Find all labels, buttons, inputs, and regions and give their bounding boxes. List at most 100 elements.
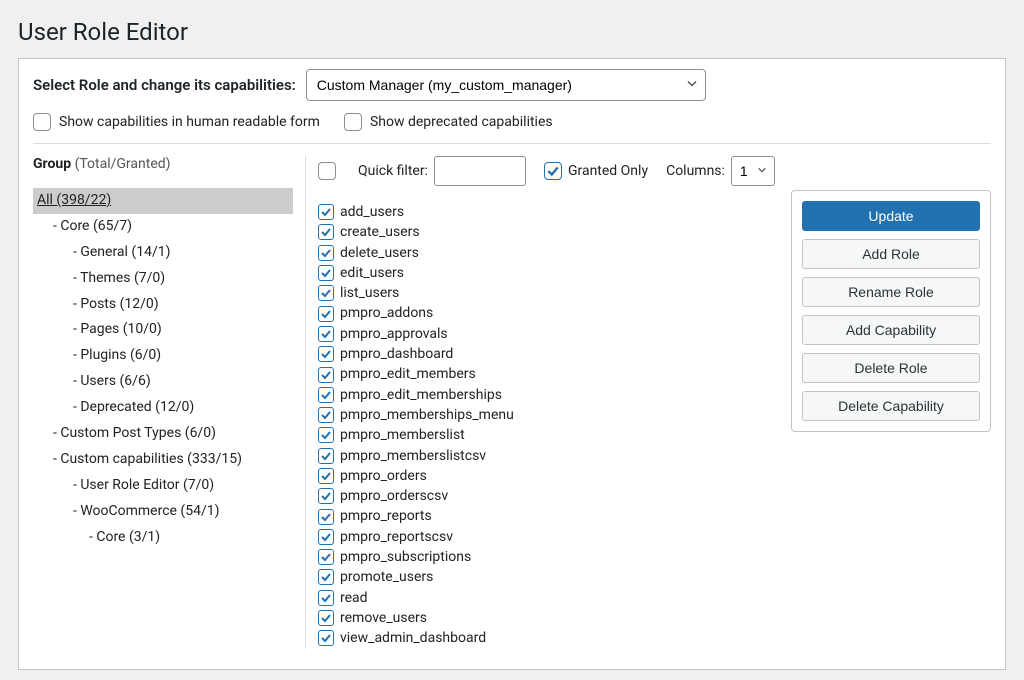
show-readable-label: Show capabilities in human readable form: [59, 114, 320, 130]
capability-checkbox[interactable]: [318, 224, 334, 240]
add-role-button[interactable]: Add Role: [802, 239, 980, 269]
capability-label: view_admin_dashboard: [340, 628, 486, 648]
columns-select[interactable]: 1: [731, 156, 775, 186]
capability-checkbox[interactable]: [318, 285, 334, 301]
capability-checkbox[interactable]: [318, 245, 334, 261]
group-item-label: - Themes (7/0): [73, 270, 165, 286]
capability-label: promote_users: [340, 567, 433, 587]
delete-capability-button[interactable]: Delete Capability: [802, 391, 980, 421]
group-item[interactable]: - Deprecated (12/0): [33, 395, 293, 421]
capability-checkbox[interactable]: [318, 569, 334, 585]
group-item-label: - User Role Editor (7/0): [73, 477, 214, 493]
group-item-label: - WooCommerce (54/1): [73, 503, 219, 519]
capability-item: read: [318, 588, 779, 608]
editor-panel: Select Role and change its capabilities:…: [18, 58, 1006, 670]
group-item[interactable]: - General (14/1): [33, 240, 293, 266]
capability-label: pmpro_addons: [340, 303, 433, 323]
capability-item: pmpro_memberslistcsv: [318, 446, 779, 466]
capability-label: remove_users: [340, 608, 427, 628]
quick-filter-input[interactable]: [434, 156, 526, 186]
capability-checkbox[interactable]: [318, 367, 334, 383]
capability-label: pmpro_approvals: [340, 324, 448, 344]
group-item[interactable]: - Plugins (6/0): [33, 343, 293, 369]
delete-role-button[interactable]: Delete Role: [802, 353, 980, 383]
group-item[interactable]: - Custom Post Types (6/0): [33, 421, 293, 447]
capability-item: delete_users: [318, 243, 779, 263]
capability-checkbox[interactable]: [318, 346, 334, 362]
group-item[interactable]: - Custom capabilities (333/15): [33, 447, 293, 473]
capability-item: remove_users: [318, 608, 779, 628]
granted-only-label: Granted Only: [568, 163, 648, 179]
capability-checkbox[interactable]: [318, 326, 334, 342]
capability-item: view_admin_dashboard: [318, 628, 779, 648]
role-select[interactable]: Custom Manager (my_custom_manager): [306, 69, 706, 101]
group-item-label: - Custom Post Types (6/0): [53, 425, 216, 441]
capability-checkbox[interactable]: [318, 265, 334, 281]
group-item[interactable]: - Posts (12/0): [33, 292, 293, 318]
capability-item: promote_users: [318, 567, 779, 587]
group-item-label: - General (14/1): [73, 244, 170, 260]
group-item[interactable]: - Pages (10/0): [33, 317, 293, 343]
actions-box: Update Add Role Rename Role Add Capabili…: [791, 190, 991, 432]
capability-label: pmpro_orders: [340, 466, 427, 486]
capability-label: read: [340, 588, 368, 608]
capability-checkbox[interactable]: [318, 407, 334, 423]
group-item[interactable]: - Users (6/6): [33, 369, 293, 395]
capability-checkbox[interactable]: [318, 488, 334, 504]
capability-item: add_users: [318, 202, 779, 222]
group-item[interactable]: - Core (3/1): [33, 525, 293, 551]
capabilities-list: add_userscreate_usersdelete_usersedit_us…: [318, 202, 779, 649]
capability-item: pmpro_edit_members: [318, 364, 779, 384]
show-deprecated-checkbox[interactable]: [344, 113, 362, 131]
capability-item: edit_users: [318, 263, 779, 283]
capability-checkbox[interactable]: [318, 448, 334, 464]
capability-label: create_users: [340, 222, 420, 242]
capability-item: pmpro_orderscsv: [318, 486, 779, 506]
page-title: User Role Editor: [18, 18, 1006, 46]
group-item-label: - Core (65/7): [53, 218, 132, 234]
capability-label: pmpro_edit_members: [340, 364, 476, 384]
group-item-label: All (398/22): [37, 192, 111, 208]
group-item[interactable]: - Core (65/7): [33, 214, 293, 240]
capability-label: pmpro_subscriptions: [340, 547, 471, 567]
capability-item: pmpro_approvals: [318, 324, 779, 344]
capability-checkbox[interactable]: [318, 529, 334, 545]
capability-item: pmpro_memberslist: [318, 425, 779, 445]
capability-item: pmpro_subscriptions: [318, 547, 779, 567]
quick-filter-label: Quick filter:: [358, 163, 428, 179]
capability-checkbox[interactable]: [318, 590, 334, 606]
capability-label: pmpro_edit_memberships: [340, 385, 502, 405]
capability-label: pmpro_memberships_menu: [340, 405, 514, 425]
capability-label: delete_users: [340, 243, 419, 263]
group-item[interactable]: - WooCommerce (54/1): [33, 499, 293, 525]
capability-checkbox[interactable]: [318, 610, 334, 626]
group-item[interactable]: - Themes (7/0): [33, 266, 293, 292]
capability-checkbox[interactable]: [318, 427, 334, 443]
show-readable-checkbox[interactable]: [33, 113, 51, 131]
select-all-checkbox[interactable]: [318, 162, 336, 180]
capability-item: pmpro_orders: [318, 466, 779, 486]
show-deprecated-label: Show deprecated capabilities: [370, 114, 553, 130]
group-item[interactable]: All (398/22): [33, 188, 293, 214]
group-list: All (398/22) - Core (65/7) - General (14/1…: [33, 188, 293, 550]
capability-checkbox[interactable]: [318, 306, 334, 322]
capability-checkbox[interactable]: [318, 509, 334, 525]
granted-only-checkbox[interactable]: [544, 162, 562, 180]
rename-role-button[interactable]: Rename Role: [802, 277, 980, 307]
capability-label: pmpro_reportscsv: [340, 527, 453, 547]
group-item-label: - Users (6/6): [73, 373, 151, 389]
group-item-label: - Core (3/1): [89, 529, 160, 545]
update-button[interactable]: Update: [802, 201, 980, 231]
capability-label: list_users: [340, 283, 399, 303]
capability-checkbox[interactable]: [318, 468, 334, 484]
group-item[interactable]: - User Role Editor (7/0): [33, 473, 293, 499]
capability-label: pmpro_memberslistcsv: [340, 446, 486, 466]
capability-checkbox[interactable]: [318, 549, 334, 565]
capability-item: pmpro_memberships_menu: [318, 405, 779, 425]
capability-item: pmpro_addons: [318, 303, 779, 323]
capability-checkbox[interactable]: [318, 204, 334, 220]
add-capability-button[interactable]: Add Capability: [802, 315, 980, 345]
capability-checkbox[interactable]: [318, 387, 334, 403]
capability-item: pmpro_edit_memberships: [318, 385, 779, 405]
group-item-label: - Deprecated (12/0): [73, 399, 194, 415]
